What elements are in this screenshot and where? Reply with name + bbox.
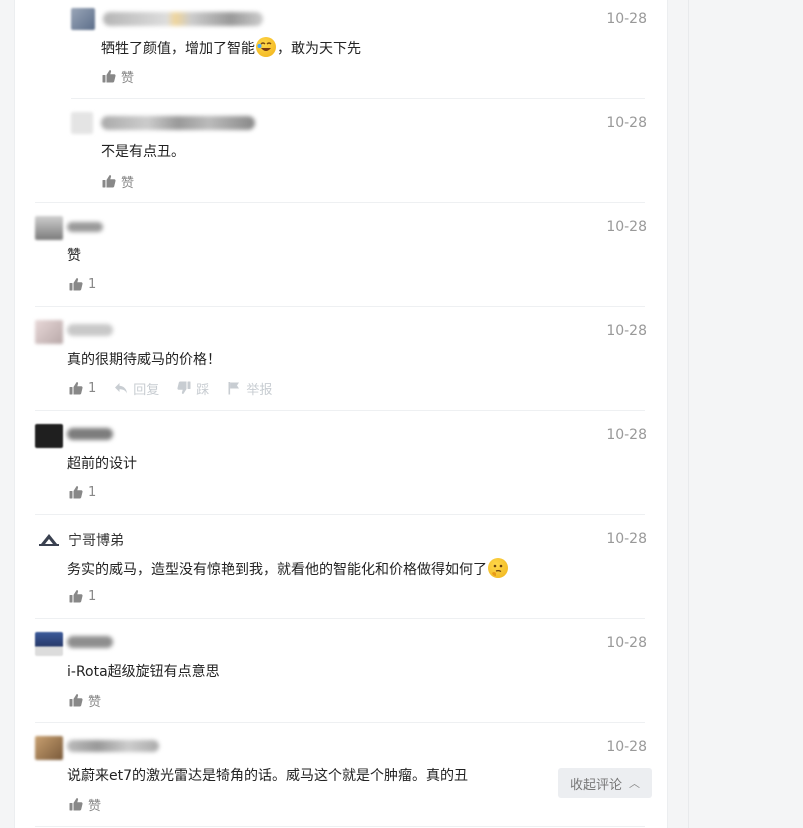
like-button[interactable]: 赞	[102, 172, 134, 191]
comments-panel: 10-28 牺牲了颜值，增加了智能 ，敢为天下先 赞 10-28 不是有点丑。 赞…	[14, 0, 668, 828]
user-name-blurred[interactable]	[67, 428, 113, 440]
comment-text: 赞	[67, 248, 81, 264]
comment-date: 10-28	[606, 635, 647, 651]
comment-actions: 1	[69, 482, 114, 502]
flag-icon	[227, 381, 241, 395]
thumb-up-icon	[69, 381, 83, 395]
user-name-blurred[interactable]	[103, 12, 263, 26]
divider	[35, 618, 645, 619]
avatar[interactable]	[71, 8, 95, 30]
thumb-up-icon	[69, 797, 83, 811]
comment-text: i-Rota超级旋钮有点意思	[67, 664, 220, 680]
thumb-down-icon	[177, 381, 191, 395]
comment-text: 牺牲了颜值，增加了智能 ，敢为天下先	[101, 37, 361, 59]
comment-text: 超前的设计	[67, 456, 137, 472]
divider	[35, 306, 645, 307]
divider	[35, 722, 645, 723]
divider	[35, 202, 645, 203]
comment-date: 10-28	[606, 739, 647, 755]
thumb-up-icon	[69, 589, 83, 603]
divider	[71, 98, 645, 99]
comment-actions: 赞	[69, 690, 119, 710]
divider	[35, 826, 645, 827]
user-name-blurred[interactable]	[67, 740, 159, 752]
laugh-cry-emoji-icon	[256, 37, 276, 57]
user-name[interactable]: 宁哥博弟	[68, 530, 124, 550]
like-button[interactable]: 赞	[69, 795, 101, 814]
thumb-up-icon	[102, 69, 116, 83]
avatar[interactable]	[35, 736, 63, 760]
comment-actions: 赞	[102, 171, 152, 191]
avatar[interactable]	[71, 112, 93, 134]
comment-actions: 1 回复 踩 举报	[69, 378, 290, 398]
comment-actions: 1	[69, 274, 114, 294]
comment-actions: 赞	[69, 794, 119, 814]
thumb-up-icon	[69, 693, 83, 707]
avatar[interactable]	[35, 424, 63, 448]
avatar[interactable]	[35, 320, 63, 344]
comment-date: 10-28	[606, 323, 647, 339]
report-button[interactable]: 举报	[227, 379, 272, 398]
comment-actions: 1	[69, 586, 114, 606]
comment-actions: 赞	[102, 66, 152, 86]
like-button[interactable]: 1	[69, 589, 96, 604]
thumb-up-icon	[69, 277, 83, 291]
like-button[interactable]: 赞	[102, 67, 134, 86]
thinking-emoji-icon	[488, 558, 508, 578]
comment-date: 10-28	[606, 219, 647, 235]
dislike-button[interactable]: 踩	[177, 379, 209, 398]
avatar[interactable]	[35, 528, 63, 552]
comment-text: 务实的威马，造型没有惊艳到我，就看他的智能化和价格做得如何了	[67, 558, 509, 580]
logo-avatar-icon	[39, 534, 59, 546]
thumb-up-icon	[102, 174, 116, 188]
comment-text: 说蔚来et7的激光雷达是犄角的话。威马这个就是个肿瘤。真的丑	[67, 768, 469, 784]
like-button[interactable]: 1	[69, 381, 96, 396]
comment-text: 真的很期待威马的价格！	[67, 352, 221, 368]
divider	[35, 410, 645, 411]
user-name-blurred[interactable]	[67, 636, 113, 648]
like-button[interactable]: 1	[69, 485, 96, 500]
like-button[interactable]: 1	[69, 277, 96, 292]
avatar[interactable]	[35, 216, 63, 240]
comment-date: 10-28	[606, 11, 647, 27]
comment-date: 10-28	[606, 115, 647, 131]
comment-date: 10-28	[606, 427, 647, 443]
like-button[interactable]: 赞	[69, 691, 101, 710]
user-name-blurred[interactable]	[67, 324, 113, 336]
reply-button[interactable]: 回复	[114, 379, 159, 398]
reply-icon	[114, 381, 128, 395]
collapse-comments-button[interactable]: 收起评论 ︿	[558, 768, 652, 798]
comment-text: 不是有点丑。	[101, 144, 185, 160]
thumb-up-icon	[69, 485, 83, 499]
divider	[35, 514, 645, 515]
user-name-blurred[interactable]	[101, 116, 255, 130]
right-sidebar	[688, 0, 803, 828]
avatar[interactable]	[35, 632, 63, 656]
user-name-blurred[interactable]	[67, 222, 103, 232]
comment-date: 10-28	[606, 531, 647, 547]
chevron-up-icon: ︿	[629, 777, 640, 790]
